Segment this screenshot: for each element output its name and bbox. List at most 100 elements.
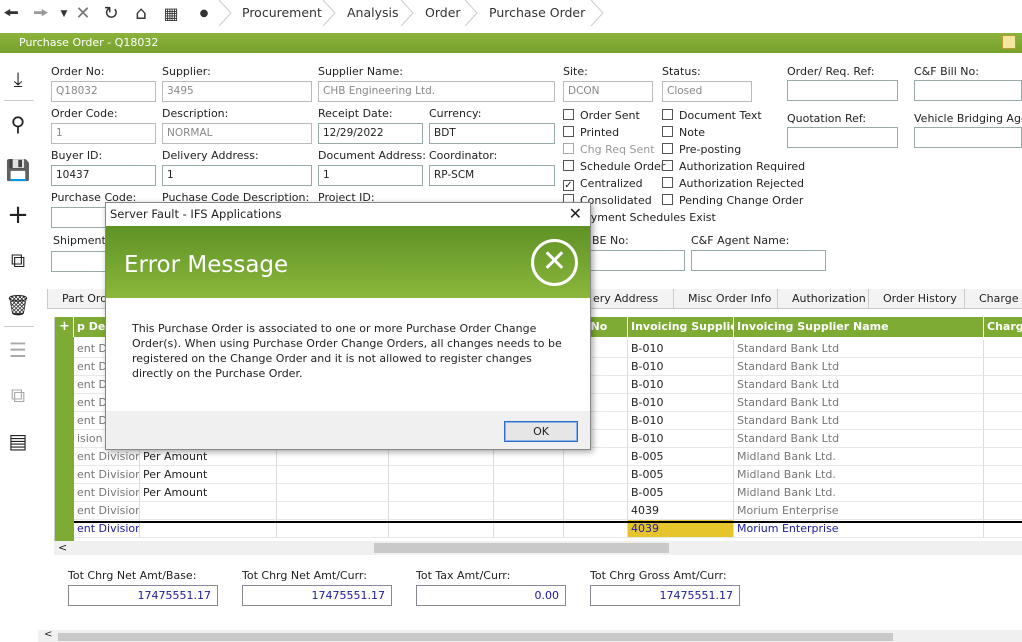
cell-empty[interactable] <box>984 466 1022 484</box>
cell-desc[interactable]: ent Division <box>74 484 140 502</box>
cell-desc[interactable]: ent Division <box>74 466 140 484</box>
popout-icon[interactable]: ⧉ <box>4 381 32 409</box>
checkbox-box[interactable] <box>563 143 574 154</box>
cell-empty[interactable] <box>277 448 389 466</box>
cell-empty[interactable] <box>389 502 494 520</box>
cell-type[interactable]: Per Amount <box>140 466 277 484</box>
cell-supplier[interactable]: B-005 <box>628 484 734 502</box>
cell-empty[interactable] <box>389 484 494 502</box>
quotation-ref-field[interactable] <box>787 127 898 148</box>
cell-empty[interactable] <box>494 466 564 484</box>
cell-empty[interactable] <box>494 484 564 502</box>
column-header-invoicing-supplier-name[interactable]: Invoicing Supplier Name <box>734 317 984 337</box>
order-req-ref-field[interactable] <box>787 80 898 101</box>
currency-field[interactable]: BDT <box>429 123 555 144</box>
tab-authorization[interactable]: Authorization <box>777 289 866 309</box>
cell-name[interactable]: Standard Bank Ltd <box>734 394 984 412</box>
cell-empty[interactable] <box>984 412 1022 430</box>
supplier-field[interactable]: 3495 <box>162 81 312 102</box>
cell-supplier[interactable]: B-005 <box>628 448 734 466</box>
cf-agent-field[interactable] <box>691 250 826 271</box>
grid-apps-icon[interactable]: ▦ <box>160 3 182 25</box>
checkbox-box[interactable] <box>563 160 574 171</box>
order-no-field[interactable]: Q18032 <box>51 81 156 102</box>
refresh-icon[interactable]: ↻ <box>100 3 122 25</box>
coordinator-field[interactable]: RP-SCM <box>429 165 555 186</box>
grid-horizontal-scrollbar[interactable]: < <box>54 541 1022 555</box>
cell-type[interactable]: Per Amount <box>140 484 277 502</box>
cell-name[interactable]: Midland Bank Ltd. <box>734 448 984 466</box>
cell-supplier[interactable]: B-010 <box>628 430 734 448</box>
be-no-field[interactable] <box>590 250 685 271</box>
checkbox-box[interactable] <box>563 126 574 137</box>
scroll-left-icon[interactable]: < <box>58 541 67 555</box>
cell-empty[interactable] <box>564 502 628 520</box>
cell-name[interactable]: Standard Bank Ltd <box>734 376 984 394</box>
duplicate-icon[interactable]: ⧉ <box>4 246 32 274</box>
tab-part-order[interactable]: Part Orde <box>47 289 114 309</box>
cell-name[interactable]: Standard Bank Ltd <box>734 340 984 358</box>
add-icon[interactable]: + <box>4 201 32 229</box>
cell-empty[interactable] <box>277 484 389 502</box>
cell-empty[interactable] <box>984 430 1022 448</box>
cell-empty[interactable] <box>494 448 564 466</box>
payment-schedules-checkbox[interactable]: ayment Schedules Exist <box>584 211 716 225</box>
centralized-checkbox[interactable]: ✓ Centralized <box>563 177 643 191</box>
cell-name[interactable]: Midland Bank Ltd. <box>734 484 984 502</box>
ok-button[interactable]: OK <box>504 421 578 442</box>
site-field[interactable]: DCON <box>563 81 653 102</box>
cell-empty[interactable] <box>984 340 1022 358</box>
cell-supplier[interactable]: B-010 <box>628 376 734 394</box>
net-base-field[interactable]: 17475551.17 <box>68 585 218 606</box>
list-icon[interactable]: ☰ <box>4 336 32 364</box>
authorization-required-checkbox[interactable]: Authorization Required <box>662 160 805 174</box>
back-icon[interactable]: 🠘 <box>0 3 22 25</box>
document-address-field[interactable]: 1 <box>318 165 423 186</box>
cell-supplier[interactable]: B-010 <box>628 412 734 430</box>
checkbox-box[interactable] <box>662 160 673 171</box>
cell-name[interactable]: Standard Bank Ltd <box>734 430 984 448</box>
cell-empty[interactable] <box>984 448 1022 466</box>
receipt-date-field[interactable]: 12/29/2022 <box>318 123 423 144</box>
cell-name[interactable]: Midland Bank Ltd. <box>734 466 984 484</box>
cell-type[interactable]: Per Amount <box>140 448 277 466</box>
cell-empty[interactable] <box>984 358 1022 376</box>
cell-empty[interactable] <box>564 466 628 484</box>
cell-empty[interactable] <box>984 484 1022 502</box>
cell-empty[interactable] <box>564 448 628 466</box>
schedule-order-checkbox[interactable]: Schedule Order <box>563 160 665 174</box>
buyer-id-field[interactable]: 10437 <box>51 165 156 186</box>
checkbox-box[interactable] <box>662 143 673 154</box>
cell-empty[interactable] <box>277 466 389 484</box>
tab-order-history[interactable]: Order History <box>868 289 957 309</box>
details-list-icon[interactable]: ▤ <box>4 427 32 455</box>
page-scroll-left-icon[interactable]: < <box>44 629 52 640</box>
printed-checkbox[interactable]: Printed <box>563 126 619 140</box>
page-scroll-thumb[interactable] <box>58 633 893 641</box>
cf-bill-no-field[interactable] <box>914 80 1022 101</box>
home-icon[interactable]: ⌂ <box>130 3 152 25</box>
net-curr-field[interactable]: 17475551.17 <box>242 585 392 606</box>
pre-posting-checkbox[interactable]: Pre-posting <box>662 143 741 157</box>
checkbox-box[interactable] <box>662 126 673 137</box>
cell-empty[interactable] <box>984 502 1022 520</box>
cell-empty[interactable] <box>564 484 628 502</box>
cell-supplier[interactable]: B-010 <box>628 358 734 376</box>
document-text-checkbox[interactable]: Document Text <box>662 109 762 123</box>
download-icon[interactable]: ⤓ <box>4 65 32 93</box>
checkbox-box[interactable] <box>662 109 673 120</box>
description-field[interactable]: NORMAL <box>162 123 312 144</box>
checkbox-box[interactable] <box>563 109 574 120</box>
cell-desc[interactable]: ent Division <box>74 502 140 520</box>
cell-empty[interactable] <box>494 502 564 520</box>
authorization-rejected-checkbox[interactable]: Authorization Rejected <box>662 177 804 191</box>
shipment-field[interactable] <box>51 251 111 272</box>
cell-name[interactable]: Standard Bank Ltd <box>734 412 984 430</box>
checkbox-box[interactable] <box>662 177 673 188</box>
cell-name[interactable]: Standard Bank Ltd <box>734 358 984 376</box>
cell-empty[interactable] <box>984 376 1022 394</box>
chg-req-sent-checkbox[interactable]: Chg Req Sent <box>563 143 655 157</box>
cell-type[interactable] <box>140 502 277 520</box>
tab-misc-order-info[interactable]: Misc Order Info <box>673 289 771 309</box>
cell-name[interactable]: Morium Enterprise <box>734 502 984 520</box>
